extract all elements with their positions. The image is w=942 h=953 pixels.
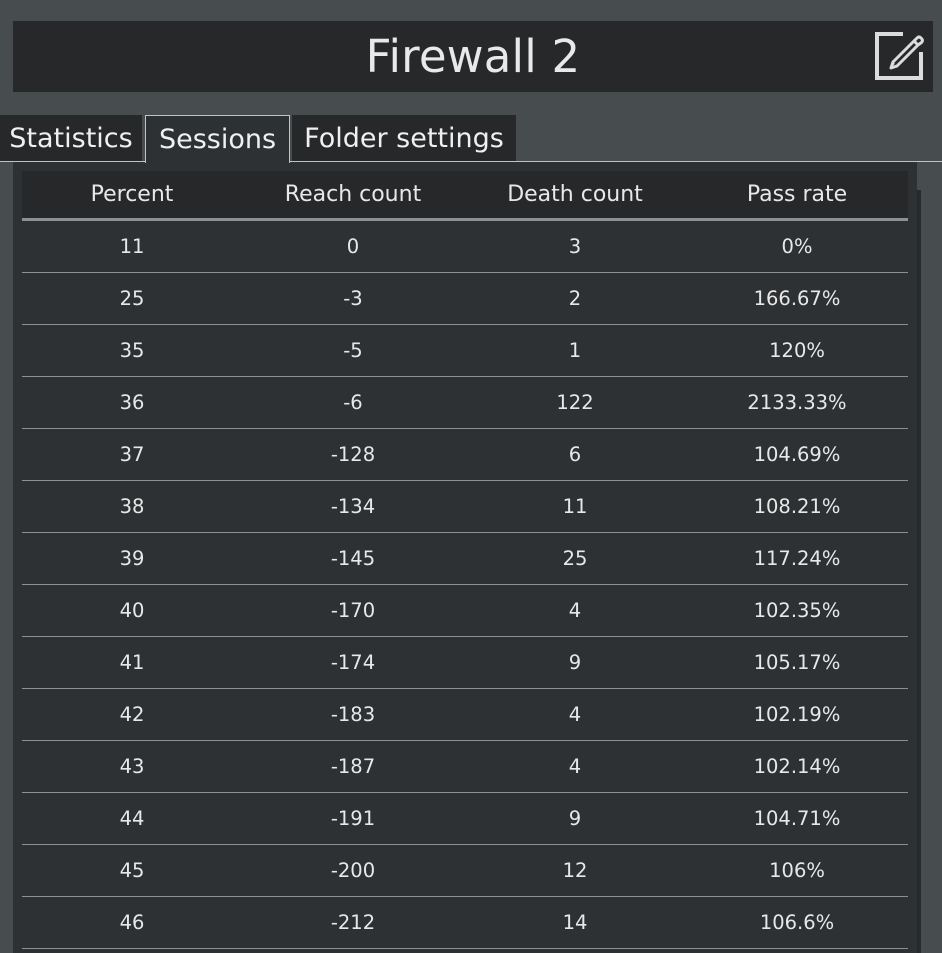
cell-percent: 11 — [22, 219, 242, 273]
table-row[interactable]: 40 -170 4 102.35% — [22, 584, 908, 637]
cell-death-count: 4 — [464, 740, 686, 793]
cell-reach-count: -5 — [242, 324, 464, 377]
cell-percent: 38 — [22, 480, 242, 533]
cell-percent: 45 — [22, 844, 242, 897]
cell-death-count: 2 — [464, 272, 686, 325]
cell-percent: 43 — [22, 740, 242, 793]
page-title: Firewall 2 — [365, 30, 581, 83]
cell-reach-count: -6 — [242, 376, 464, 429]
cell-death-count: 4 — [464, 688, 686, 741]
table-row[interactable]: 46 -212 14 106.6% — [22, 896, 908, 949]
cell-death-count: 12 — [464, 844, 686, 897]
cell-pass-rate: 102.14% — [686, 740, 908, 793]
cell-percent: 37 — [22, 428, 242, 481]
cell-death-count: 4 — [464, 584, 686, 637]
cell-death-count: 25 — [464, 532, 686, 585]
scrollbar-track[interactable] — [917, 190, 921, 953]
table-row[interactable]: 39 -145 25 117.24% — [22, 532, 908, 585]
cell-reach-count: -200 — [242, 844, 464, 897]
cell-pass-rate: 104.69% — [686, 428, 908, 481]
cell-pass-rate: 104.71% — [686, 792, 908, 845]
tab-statistics[interactable]: Statistics — [0, 115, 142, 161]
cell-percent: 40 — [22, 584, 242, 637]
column-header-pass-rate[interactable]: Pass rate — [686, 171, 908, 221]
sessions-table: Percent Reach count Death count Pass rat… — [22, 171, 908, 949]
cell-reach-count: -128 — [242, 428, 464, 481]
tab-sessions[interactable]: Sessions — [145, 115, 290, 163]
cell-reach-count: -134 — [242, 480, 464, 533]
table-row[interactable]: 38 -134 11 108.21% — [22, 480, 908, 533]
cell-reach-count: -170 — [242, 584, 464, 637]
cell-percent: 39 — [22, 532, 242, 585]
cell-percent: 44 — [22, 792, 242, 845]
table-row[interactable]: 37 -128 6 104.69% — [22, 428, 908, 481]
table-row[interactable]: 25 -3 2 166.67% — [22, 272, 908, 325]
table-row[interactable]: 36 -6 122 2133.33% — [22, 376, 908, 429]
cell-percent: 41 — [22, 636, 242, 689]
table-header-row: Percent Reach count Death count Pass rat… — [22, 171, 908, 221]
vertical-scrollbar[interactable] — [917, 162, 942, 953]
cell-pass-rate: 2133.33% — [686, 376, 908, 429]
cell-death-count: 9 — [464, 636, 686, 689]
table-row[interactable]: 42 -183 4 102.19% — [22, 688, 908, 741]
cell-pass-rate: 166.67% — [686, 272, 908, 325]
cell-reach-count: -145 — [242, 532, 464, 585]
cell-pass-rate: 108.21% — [686, 480, 908, 533]
table-row[interactable]: 43 -187 4 102.14% — [22, 740, 908, 793]
cell-pass-rate: 102.19% — [686, 688, 908, 741]
cell-pass-rate: 0% — [686, 219, 908, 273]
cell-reach-count: -191 — [242, 792, 464, 845]
app-window: Firewall 2 Statistics Sessions Folder se… — [0, 0, 942, 953]
table-row[interactable]: 35 -5 1 120% — [22, 324, 908, 377]
cell-death-count: 6 — [464, 428, 686, 481]
cell-pass-rate: 106% — [686, 844, 908, 897]
cell-death-count: 3 — [464, 219, 686, 273]
cell-death-count: 14 — [464, 896, 686, 949]
cell-reach-count: -174 — [242, 636, 464, 689]
cell-reach-count: -212 — [242, 896, 464, 949]
title-bar: Firewall 2 — [13, 21, 933, 92]
cell-percent: 36 — [22, 376, 242, 429]
tab-folder-settings[interactable]: Folder settings — [292, 115, 516, 161]
column-header-percent[interactable]: Percent — [22, 171, 242, 221]
cell-percent: 35 — [22, 324, 242, 377]
cell-pass-rate: 117.24% — [686, 532, 908, 585]
edit-icon — [875, 32, 924, 80]
cell-pass-rate: 102.35% — [686, 584, 908, 637]
cell-reach-count: 0 — [242, 219, 464, 273]
column-header-reach-count[interactable]: Reach count — [242, 171, 464, 221]
cell-reach-count: -183 — [242, 688, 464, 741]
cell-percent: 25 — [22, 272, 242, 325]
sessions-panel[interactable]: Percent Reach count Death count Pass rat… — [13, 162, 917, 953]
column-header-death-count[interactable]: Death count — [464, 171, 686, 221]
cell-pass-rate: 106.6% — [686, 896, 908, 949]
cell-reach-count: -187 — [242, 740, 464, 793]
cell-percent: 46 — [22, 896, 242, 949]
cell-pass-rate: 120% — [686, 324, 908, 377]
cell-death-count: 11 — [464, 480, 686, 533]
cell-pass-rate: 105.17% — [686, 636, 908, 689]
table-row[interactable]: 11 0 3 0% — [22, 219, 908, 273]
cell-death-count: 9 — [464, 792, 686, 845]
table-row[interactable]: 45 -200 12 106% — [22, 844, 908, 897]
cell-death-count: 1 — [464, 324, 686, 377]
table-row[interactable]: 44 -191 9 104.71% — [22, 792, 908, 845]
table-row[interactable]: 41 -174 9 105.17% — [22, 636, 908, 689]
cell-percent: 42 — [22, 688, 242, 741]
cell-reach-count: -3 — [242, 272, 464, 325]
cell-death-count: 122 — [464, 376, 686, 429]
edit-button[interactable] — [871, 28, 927, 84]
